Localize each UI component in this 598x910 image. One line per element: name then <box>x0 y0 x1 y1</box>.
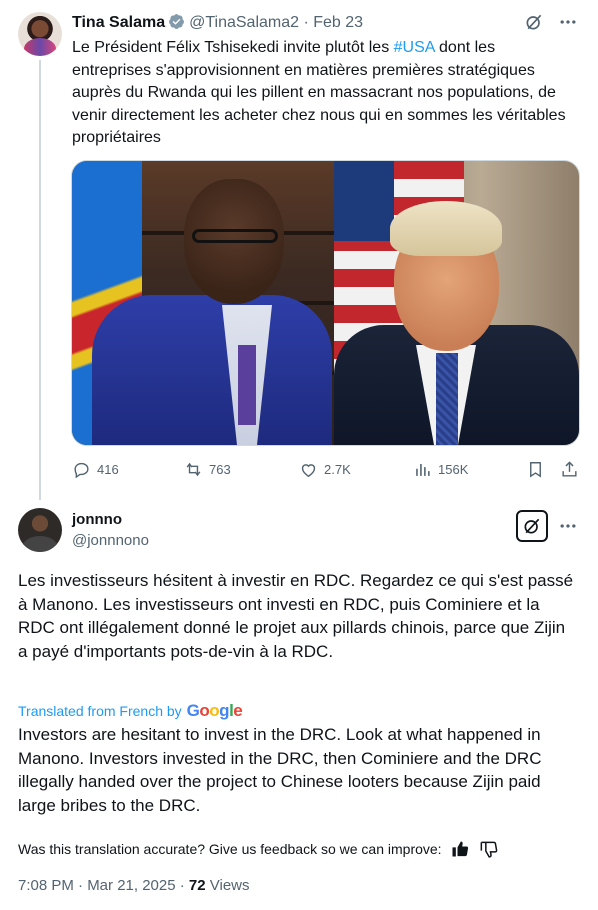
like-icon <box>301 464 316 478</box>
repost-button[interactable]: 763 <box>184 460 231 479</box>
tweet-date[interactable]: · Feb 23 <box>303 14 363 31</box>
grok-icon <box>524 518 540 534</box>
author-handle[interactable]: @TinaSalama2 <box>189 14 299 31</box>
verified-icon <box>169 14 185 29</box>
parent-tweet[interactable]: Tina Salama @TinaSalama2 · Feb 23 Le Prés… <box>0 0 598 500</box>
author-name[interactable]: Tina Salama <box>72 14 165 31</box>
views-count: 156K <box>438 462 469 477</box>
translation-feedback: Was this translation accurate? Give us f… <box>18 839 498 859</box>
repost-icon <box>186 462 201 477</box>
views-icon <box>416 463 430 476</box>
reply-count: 416 <box>97 462 119 477</box>
thread-line <box>39 60 41 500</box>
bookmark-icon <box>530 462 541 478</box>
author-handle[interactable]: @jonnnono <box>72 531 149 551</box>
repost-count: 763 <box>209 462 231 477</box>
like-button[interactable]: 2.7K <box>299 460 351 479</box>
translated-label: Translated from French by <box>18 703 182 719</box>
photo-trump <box>334 161 579 445</box>
views-button[interactable]: 156K <box>413 460 468 479</box>
photo-tshisekedi <box>72 161 334 445</box>
parent-tweet-text: Le Président Félix Tshisekedi invite plu… <box>72 37 572 150</box>
thumbs-down-icon[interactable] <box>478 839 498 859</box>
share-icon <box>562 461 577 477</box>
reply-button[interactable]: 416 <box>72 460 119 479</box>
parent-tweet-header: Tina Salama @TinaSalama2 · Feb 23 <box>72 13 363 33</box>
translated-text: Investors are hesitant to invest in the … <box>18 725 542 815</box>
thumbs-up-icon[interactable] <box>450 839 470 859</box>
parent-tweet-tools <box>524 12 578 32</box>
feedback-prompt: Was this translation accurate? Give us f… <box>18 841 442 857</box>
avatar[interactable] <box>18 508 62 552</box>
time-date[interactable]: 7:08 PM · Mar 21, 2025 · <box>18 877 189 894</box>
like-count: 2.7K <box>324 462 351 477</box>
more-icon <box>560 524 576 528</box>
bookmark-button[interactable] <box>526 460 545 479</box>
views-count: 72 <box>188 877 206 894</box>
grok-icon[interactable] <box>524 12 544 32</box>
author-name[interactable]: jonnno <box>72 510 122 530</box>
reply-icon <box>74 462 89 479</box>
tweet-timestamp: 7:08 PM · Mar 21, 2025 · 72 Views <box>18 876 250 896</box>
hashtag-link[interactable]: #USA <box>394 39 435 56</box>
tweet-text-part: Le Président Félix Tshisekedi invite plu… <box>72 39 394 56</box>
share-button[interactable] <box>560 460 579 479</box>
grok-button[interactable] <box>516 510 548 542</box>
translation-attribution[interactable]: Translated from French by Google <box>18 701 243 721</box>
tweet-media-image[interactable] <box>71 160 580 446</box>
avatar[interactable] <box>18 12 62 56</box>
more-button[interactable] <box>558 516 578 541</box>
more-icon[interactable] <box>558 12 578 32</box>
tweet-actions: 416 763 2.7K 156K <box>72 458 582 484</box>
google-logo: Google <box>186 701 243 720</box>
tweet-text: Les investisseurs hésitent à investir en… <box>18 571 574 661</box>
views-label: Views <box>205 877 250 894</box>
